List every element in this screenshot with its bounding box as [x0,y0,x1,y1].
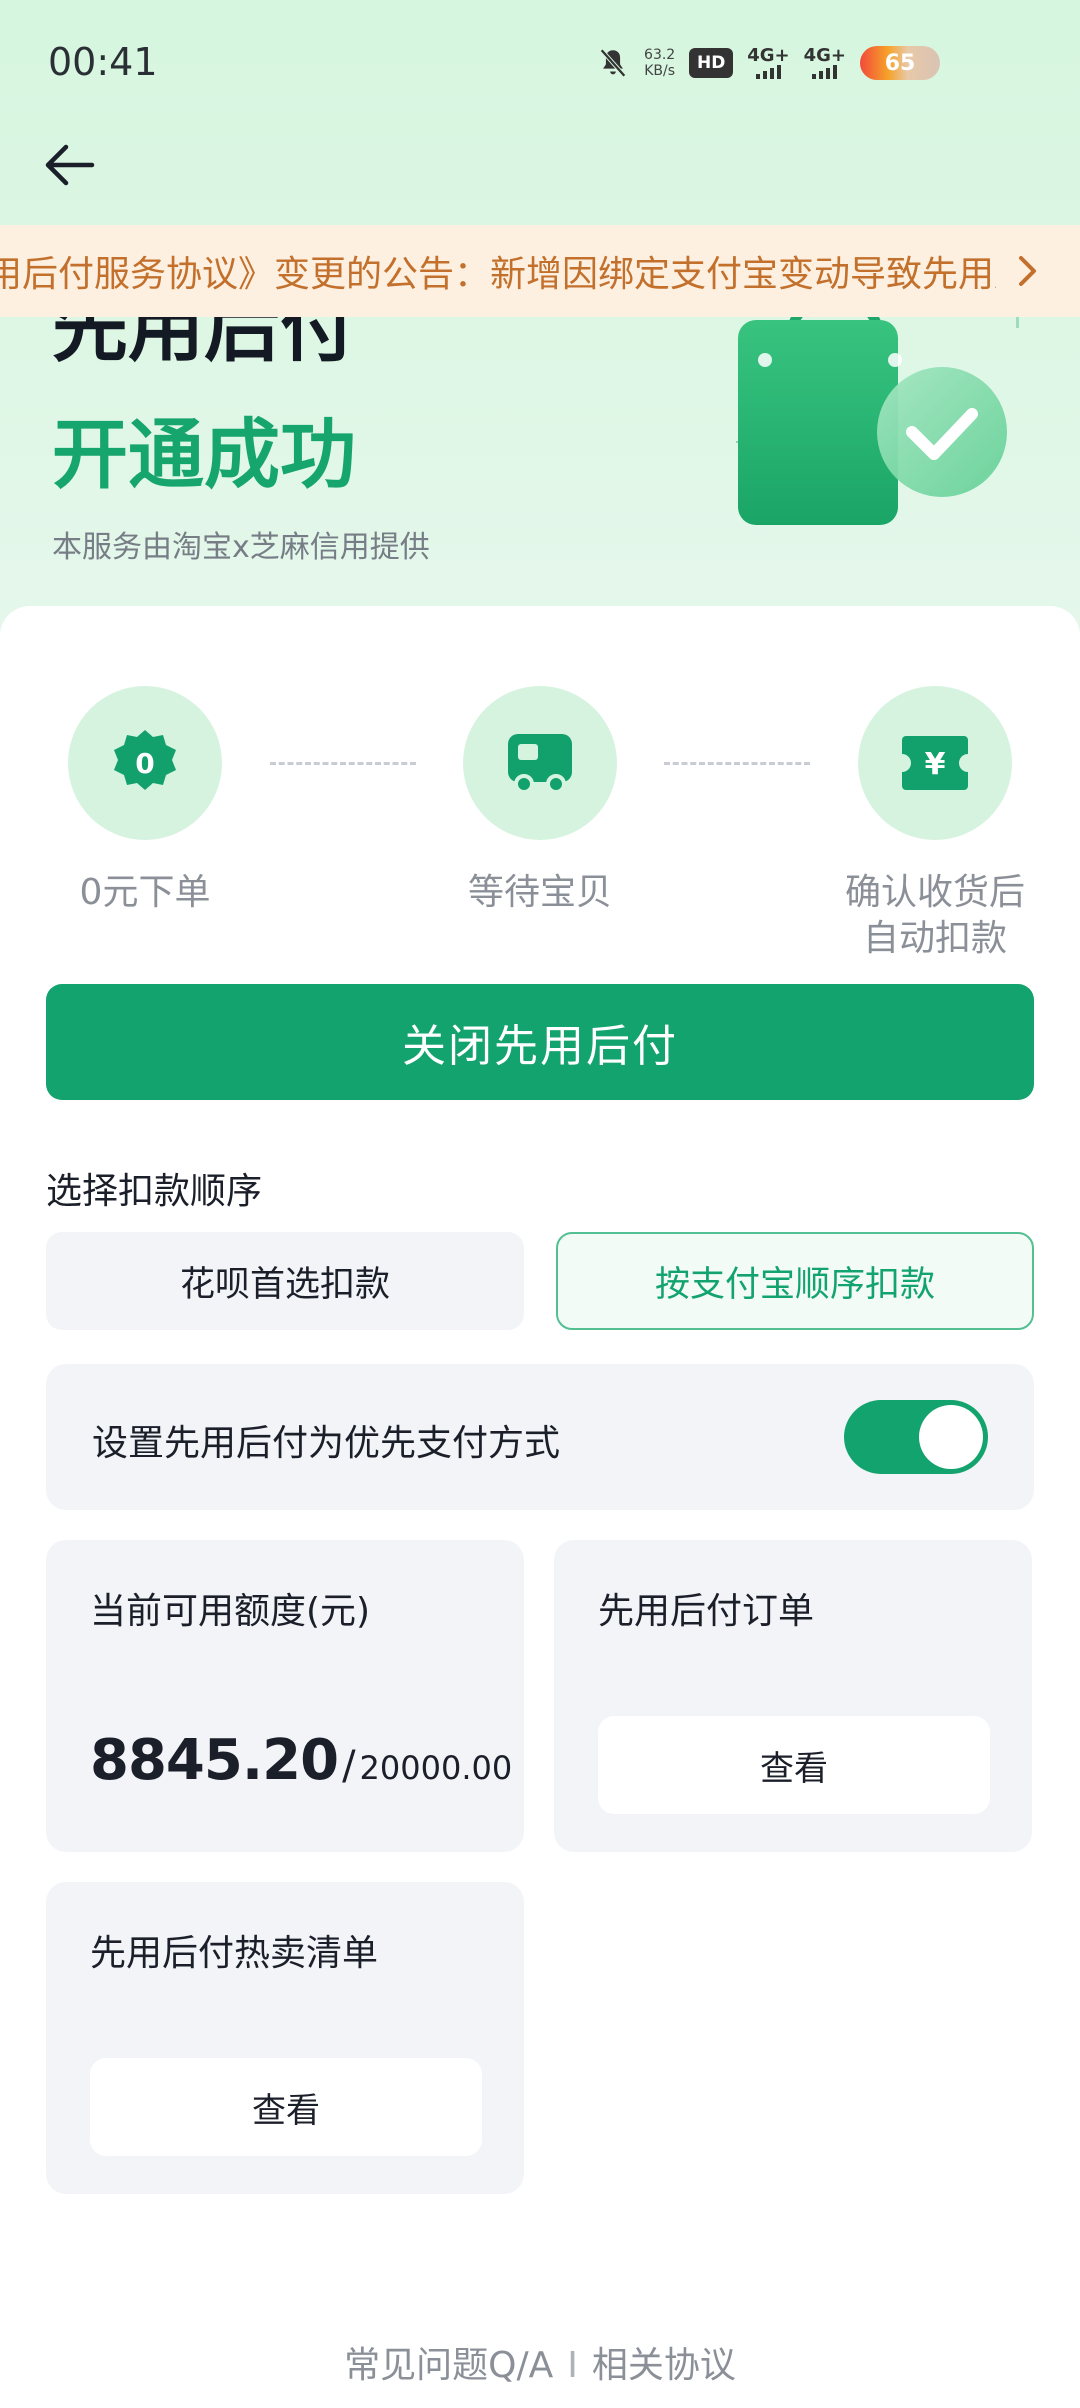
battery-icon: 65 [860,46,940,80]
process-steps: 0 0元下单 等待宝贝 ¥ 确认收货后自动扣款 [0,686,1080,966]
speed-value: 63.2 [644,47,676,63]
step-pay: ¥ 确认收货后自动扣款 [825,686,1045,962]
truck-icon [508,734,572,794]
step-wait-label: 等待宝贝 [467,872,612,913]
quota-total: 20000.00 [359,1749,513,1787]
view-hot-list-button[interactable]: 查看 [90,2058,482,2156]
step-order-label: 0元下单 [79,872,211,913]
view-orders-button[interactable]: 查看 [598,1716,990,1814]
orders-title: 先用后付订单 [598,1591,815,1632]
orders-card: 先用后付订单 查看 [554,1540,1032,1852]
zero-badge-text: 0 [135,747,154,780]
hd-icon: HD [689,48,734,78]
status-bar: 00:41 63.2 KB/s HD 4G+ 4G+ 65 [0,0,1080,130]
option-huabei-first[interactable]: 花呗首选扣款 [46,1232,524,1330]
option-alipay-order[interactable]: 按支付宝顺序扣款 [556,1232,1034,1330]
net-label-2: 4G+ [803,45,846,66]
step-pay-label: 确认收货后自动扣款 [844,872,1025,959]
quota-title: 当前可用额度(元) [90,1591,371,1632]
signal-icon-2: 4G+ [804,47,846,79]
back-button[interactable] [40,135,100,195]
step-divider-1 [270,762,416,765]
toggle-knob [919,1405,983,1469]
yen-text: ¥ [925,747,946,782]
hero-subtitle: 本服务由淘宝x芝麻信用提供 [52,530,430,565]
mute-icon [596,46,630,80]
step-divider-2 [664,762,810,765]
quota-available: 8845.20 [90,1728,339,1793]
footer-separator: I [567,2345,578,2386]
shopping-bag-check-icon [738,300,1019,525]
status-icons: 63.2 KB/s HD 4G+ 4G+ 65 [596,40,940,86]
notice-text: 用后付服务协议》变更的公告：新增因绑定支付宝变动导致先用后付 [0,254,996,295]
hero-status: 开通成功 [52,410,356,499]
notice-banner[interactable]: 用后付服务协议》变更的公告：新增因绑定支付宝变动导致先用后付 [0,225,1080,317]
step-pay-circle: ¥ [858,686,1012,840]
back-arrow-icon [45,144,95,186]
content-card: 0 0元下单 等待宝贝 ¥ 确认收货后自动扣款 关闭先用后付 选择扣款顺序 花呗… [0,606,1080,2408]
agreements-link[interactable]: 相关协议 [592,2345,736,2386]
status-time: 00:41 [48,40,158,84]
chevron-right-icon [1008,249,1048,293]
close-service-button[interactable]: 关闭先用后付 [46,984,1034,1100]
payment-ticket-icon: ¥ [902,736,968,790]
zero-badge-icon: 0 [114,730,176,790]
step-order: 0 0元下单 [35,686,255,916]
quota-card: 当前可用额度(元) 8845.20 / 20000.00 [46,1540,524,1852]
signal-icon-1: 4G+ [747,45,790,79]
quota-value: 8845.20 / 20000.00 [90,1728,512,1793]
step-wait-circle [463,686,617,840]
step-wait: 等待宝贝 [430,686,650,916]
step-order-circle: 0 [68,686,222,840]
hot-list-card: 先用后付热卖清单 查看 [46,1882,524,2194]
faq-link[interactable]: 常见问题Q/A [344,2345,553,2386]
network-speed: 63.2 KB/s [644,47,675,79]
speed-unit: KB/s [644,63,676,79]
priority-payment-label: 设置先用后付为优先支付方式 [92,1423,561,1464]
priority-payment-row: 设置先用后付为优先支付方式 [46,1364,1034,1510]
net-label-1: 4G+ [747,45,790,66]
hot-list-title: 先用后付热卖清单 [90,1933,379,1974]
quota-separator: / [342,1743,356,1789]
priority-payment-toggle[interactable] [844,1400,988,1474]
footer-links: 常见问题Q/A I 相关协议 [0,2336,1080,2388]
deduction-order-title: 选择扣款顺序 [46,1171,263,1212]
